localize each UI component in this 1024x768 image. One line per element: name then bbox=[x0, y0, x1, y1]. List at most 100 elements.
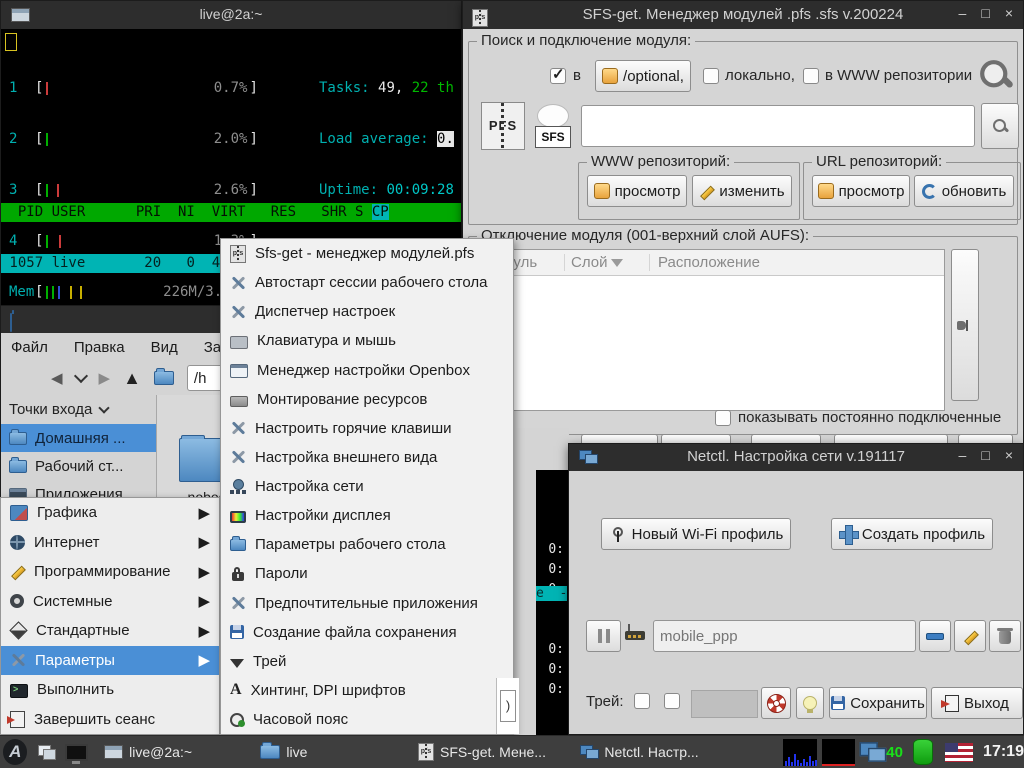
url-refresh-button[interactable]: обновить bbox=[914, 175, 1014, 207]
module-search-input[interactable] bbox=[581, 105, 975, 147]
back-icon[interactable]: ◀ bbox=[51, 369, 63, 387]
submenu-item-hotkeys[interactable]: Настроить горячие клавиши bbox=[221, 414, 513, 443]
menu-item-settings[interactable]: Параметры▶ bbox=[1, 646, 219, 676]
menu-item-graphics[interactable]: Графика▶ bbox=[1, 498, 219, 528]
netctl-titlebar[interactable]: Netctl. Настройка сети v.191117 – □ × bbox=[569, 444, 1023, 471]
tools-icon bbox=[230, 275, 246, 291]
pause-button[interactable] bbox=[586, 620, 621, 652]
submenu-item-openbox[interactable]: Менеджер настройки Openbox bbox=[221, 356, 513, 385]
hint-button[interactable] bbox=[796, 687, 824, 719]
submenu-item-hinting[interactable]: AХинтинг, DPI шрифтов bbox=[221, 676, 513, 705]
folder-icon bbox=[230, 539, 246, 551]
submenu-item-timezone[interactable]: Часовой пояс bbox=[221, 705, 513, 734]
start-menu-icon[interactable]: A bbox=[3, 739, 27, 765]
pager-icon[interactable] bbox=[38, 745, 55, 759]
save-button[interactable]: Сохранить bbox=[829, 687, 927, 719]
www-view-button[interactable]: просмотр bbox=[587, 175, 687, 207]
remove-profile-button[interactable] bbox=[919, 620, 951, 652]
sfs-titlebar[interactable]: pfs SFS-get. Менеджер модулей .pfs .sfs … bbox=[463, 1, 1023, 29]
submenu-item-tray[interactable]: Трей bbox=[221, 647, 513, 676]
battery-icon[interactable] bbox=[913, 739, 933, 765]
submenu-item-autostart[interactable]: Автостарт сессии рабочего стола bbox=[221, 268, 513, 297]
search-group: Поиск и подключение модуля: в /optional,… bbox=[468, 41, 1018, 225]
url-view-button[interactable]: просмотр bbox=[812, 175, 910, 207]
clock[interactable]: 17:19 bbox=[983, 743, 1024, 761]
sidebar-item-home[interactable]: Домашняя ... bbox=[1, 424, 156, 452]
keyboard-layout-flag[interactable] bbox=[945, 743, 973, 762]
network-graph[interactable] bbox=[822, 739, 855, 766]
submenu-item-passwords[interactable]: Пароли bbox=[221, 559, 513, 588]
submenu-item-desktop-prefs[interactable]: Параметры рабочего стола bbox=[221, 530, 513, 559]
minimize-button[interactable]: – bbox=[959, 5, 967, 21]
submenu-arrow-icon: ▶ bbox=[198, 622, 210, 640]
search-button[interactable] bbox=[981, 103, 1019, 149]
detach-button[interactable] bbox=[951, 249, 979, 401]
menu-item-run[interactable]: Выполнить bbox=[1, 675, 219, 705]
chevron-down-icon[interactable] bbox=[73, 369, 87, 383]
menu-item-internet[interactable]: Интернет▶ bbox=[1, 528, 219, 558]
sidebar-item-desktop[interactable]: Рабочий ст... bbox=[1, 452, 156, 480]
submenu-item-settings-manager[interactable]: Диспетчер настроек bbox=[221, 297, 513, 326]
new-wifi-profile-button[interactable]: Новый Wi-Fi профиль bbox=[601, 518, 791, 550]
taskbar-button-netctl[interactable]: Netctl. Настр... bbox=[572, 739, 724, 766]
www-repo-group: WWW репозиторий: просмотр изменить bbox=[578, 162, 800, 220]
show-permanent-checkbox[interactable] bbox=[715, 410, 731, 426]
maximize-button[interactable]: □ bbox=[981, 5, 989, 21]
close-button[interactable]: × bbox=[1005, 5, 1013, 21]
show-desktop-icon[interactable] bbox=[65, 744, 88, 761]
submenu-item-appearance[interactable]: Настройка внешнего вида bbox=[221, 443, 513, 472]
fragment-button: ) bbox=[500, 690, 516, 722]
menu-view[interactable]: Вид bbox=[151, 339, 178, 356]
cpu-graph[interactable] bbox=[783, 739, 818, 766]
antenna-icon bbox=[609, 525, 627, 543]
module-table[interactable]: Модуль Слой Расположение bbox=[477, 249, 945, 411]
submenu-arrow-icon: ▶ bbox=[198, 504, 210, 522]
submenu-item-mount[interactable]: Монтирование ресурсов bbox=[221, 385, 513, 414]
network-tray-icon[interactable] bbox=[860, 742, 884, 762]
edit-profile-button[interactable] bbox=[954, 620, 986, 652]
maximize-button[interactable]: □ bbox=[981, 447, 989, 463]
tray-checkbox-2[interactable] bbox=[664, 693, 680, 709]
help-button[interactable] bbox=[761, 687, 791, 719]
network-icon bbox=[579, 450, 597, 464]
submenu-item-sfs-get[interactable]: pfsSfs-get - менеджер модулей.pfs bbox=[221, 239, 513, 268]
local-checkbox[interactable] bbox=[703, 68, 719, 84]
forward-icon[interactable]: ▶ bbox=[99, 369, 111, 387]
tray-icon bbox=[230, 659, 244, 668]
taskbar-button-terminal[interactable]: live@2a:~ bbox=[96, 739, 234, 766]
menu-file[interactable]: Файл bbox=[11, 339, 48, 356]
menu-item-accessories[interactable]: Стандартные▶ bbox=[1, 616, 219, 646]
applications-menu: Графика▶ Интернет▶ Программирование▶ Сис… bbox=[0, 497, 220, 735]
menu-item-system[interactable]: Системные▶ bbox=[1, 587, 219, 617]
www-edit-button[interactable]: изменить bbox=[692, 175, 792, 207]
optional-button[interactable]: /optional, bbox=[595, 60, 691, 92]
taskbar-button-filemanager[interactable]: live bbox=[252, 739, 400, 766]
submenu-arrow-icon: ▶ bbox=[198, 563, 210, 581]
exit-button[interactable]: Выход bbox=[931, 687, 1023, 719]
submenu-item-savefile[interactable]: Создание файла сохранения bbox=[221, 618, 513, 647]
create-profile-button[interactable]: Создать профиль bbox=[831, 518, 993, 550]
submenu-item-preferred-apps[interactable]: Предпочтительные приложения bbox=[221, 589, 513, 618]
close-button[interactable]: × bbox=[1005, 447, 1013, 463]
submenu-item-keyboard-mouse[interactable]: Клавиатура и мышь bbox=[221, 326, 513, 355]
submenu-item-network[interactable]: Настройка сети bbox=[221, 472, 513, 501]
minimize-button[interactable]: – bbox=[959, 447, 967, 463]
column-location[interactable]: Расположение bbox=[650, 254, 944, 271]
process-table-header[interactable]: PID USER PRI NI VIRT RES SHR S CP bbox=[1, 203, 461, 222]
up-icon[interactable]: ▲ bbox=[123, 368, 141, 389]
menu-item-logout[interactable]: Завершить сеанс bbox=[1, 705, 219, 735]
menu-item-programming[interactable]: Программирование▶ bbox=[1, 557, 219, 587]
delete-profile-button[interactable] bbox=[989, 620, 1021, 652]
terminal-titlebar[interactable]: live@2a:~ bbox=[1, 1, 461, 29]
home-button[interactable] bbox=[154, 371, 174, 385]
taskbar-button-sfs-get[interactable]: pfsSFS-get. Мене... bbox=[410, 739, 562, 766]
submenu-item-display[interactable]: Настройки дисплея bbox=[221, 501, 513, 530]
profile-name-input[interactable] bbox=[653, 620, 916, 652]
places-header[interactable]: Точки входа bbox=[1, 395, 156, 424]
search-in-checkbox[interactable] bbox=[550, 68, 566, 84]
tray-checkbox-1[interactable] bbox=[634, 693, 650, 709]
disabled-field bbox=[691, 690, 758, 718]
menu-edit[interactable]: Правка bbox=[74, 339, 125, 356]
www-checkbox[interactable] bbox=[803, 68, 819, 84]
column-layer[interactable]: Слой bbox=[565, 254, 650, 271]
